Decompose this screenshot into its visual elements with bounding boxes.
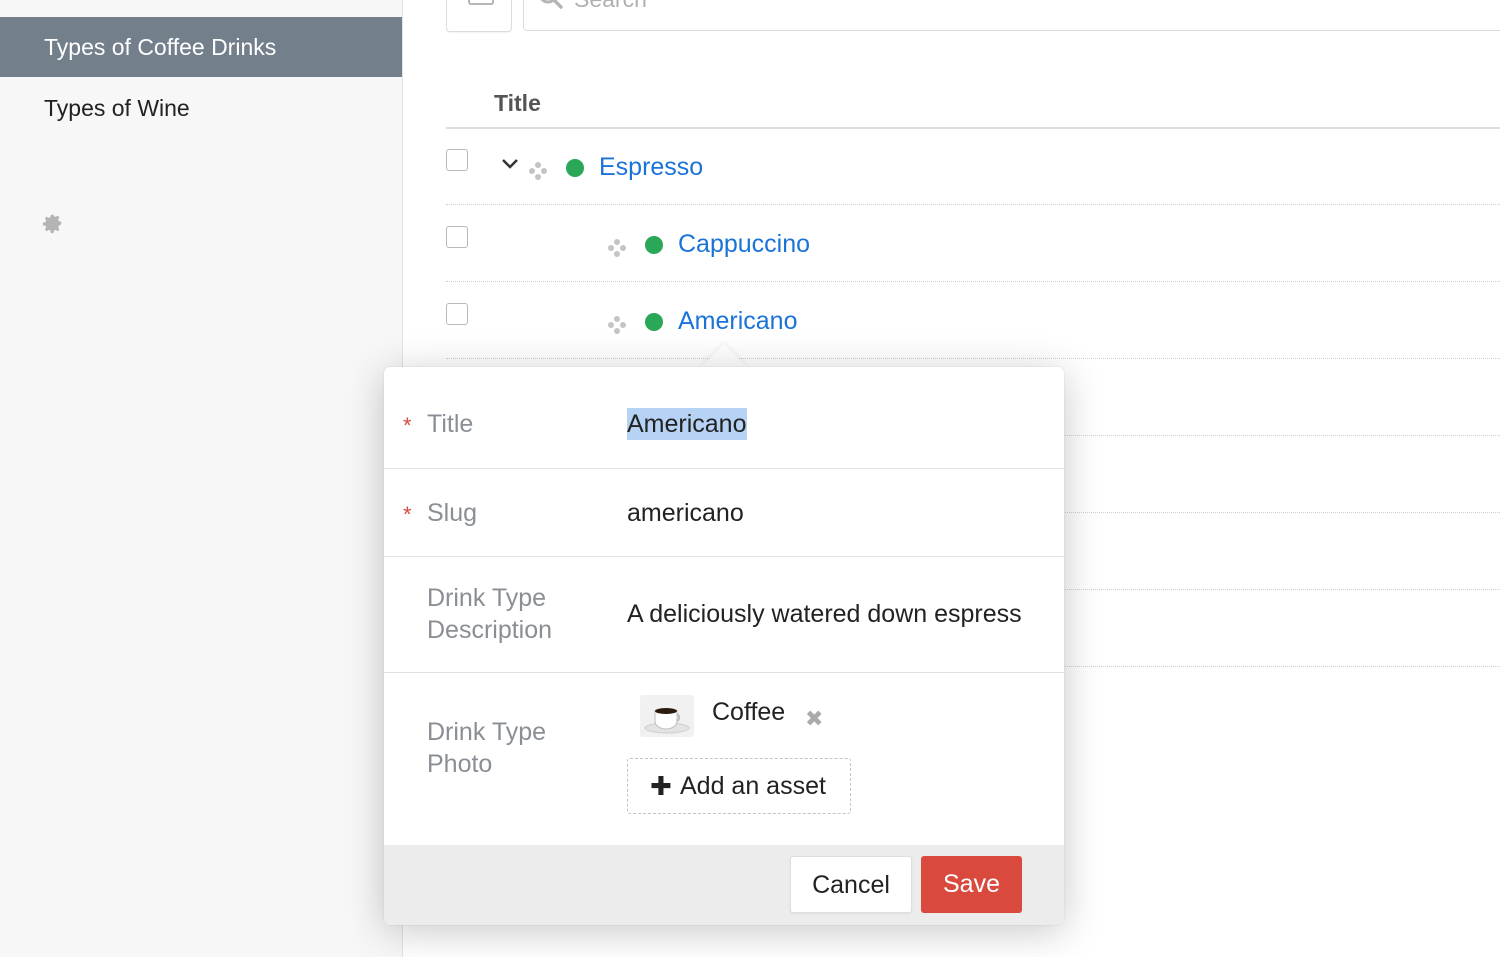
description-field: Drink Type Description A deliciously wat… (384, 556, 1064, 673)
sidebar-item-types-of-coffee-drinks[interactable]: Types of Coffee Drinks (0, 17, 402, 77)
select-all-checkbox[interactable] (446, 0, 512, 32)
title-field: * Title Americano (384, 367, 1064, 469)
row-checkbox[interactable] (446, 226, 468, 248)
status-dot (645, 313, 663, 331)
drag-handle-icon[interactable] (607, 315, 627, 335)
drag-handle-icon[interactable] (607, 238, 627, 258)
slug-input[interactable]: americano (627, 497, 744, 529)
title-label: Title (427, 410, 474, 438)
description-label-line2: Description (427, 616, 553, 644)
row-divider (446, 358, 1500, 359)
status-dot (566, 159, 584, 177)
search-bar[interactable] (523, 0, 1500, 31)
status-dot (645, 236, 663, 254)
asset-name: Coffee (712, 698, 786, 726)
row-divider (446, 204, 1500, 205)
photo-label-line2: Photo (427, 750, 493, 778)
column-header-title[interactable]: Title (494, 90, 541, 117)
remove-asset-icon[interactable]: ✖ (805, 706, 823, 732)
row-title-americano[interactable]: Americano (678, 306, 798, 336)
cancel-button[interactable]: Cancel (790, 856, 912, 913)
sidebar: Types of Coffee Drinks Types of Wine (0, 0, 403, 957)
inline-edit-popover: * Title Americano * Slug americano Drink… (384, 367, 1064, 925)
popover-footer: Cancel Save (384, 845, 1064, 925)
add-asset-label: Add an asset (680, 772, 826, 800)
description-label-line1: Drink Type (427, 584, 547, 612)
row-title-espresso[interactable]: Espresso (599, 152, 703, 182)
photo-label-line1: Drink Type (427, 718, 547, 746)
header-divider (446, 127, 1500, 129)
row-checkbox[interactable] (446, 149, 468, 171)
description-input[interactable]: A deliciously watered down espresso (627, 598, 1022, 630)
popover-arrow (700, 344, 748, 368)
chevron-down-icon[interactable] (501, 157, 519, 171)
slug-label: Slug (427, 499, 478, 527)
gear-icon[interactable] (42, 212, 64, 234)
sidebar-item-types-of-wine[interactable]: Types of Wine (0, 78, 402, 138)
title-input[interactable]: Americano (627, 408, 747, 440)
required-marker: * (403, 502, 412, 527)
plus-icon: ✚ (650, 771, 672, 801)
search-input[interactable] (572, 0, 1176, 14)
search-icon (540, 0, 563, 9)
required-marker: * (403, 413, 412, 438)
row-divider (446, 281, 1500, 282)
row-title-cappuccino[interactable]: Cappuccino (678, 229, 810, 259)
add-asset-button[interactable]: ✚ Add an asset (627, 758, 851, 814)
save-button[interactable]: Save (921, 856, 1022, 913)
slug-field: * Slug americano (384, 468, 1064, 557)
coffee-thumbnail[interactable] (640, 695, 694, 737)
drag-handle-icon[interactable] (528, 161, 548, 181)
row-checkbox[interactable] (446, 303, 468, 325)
